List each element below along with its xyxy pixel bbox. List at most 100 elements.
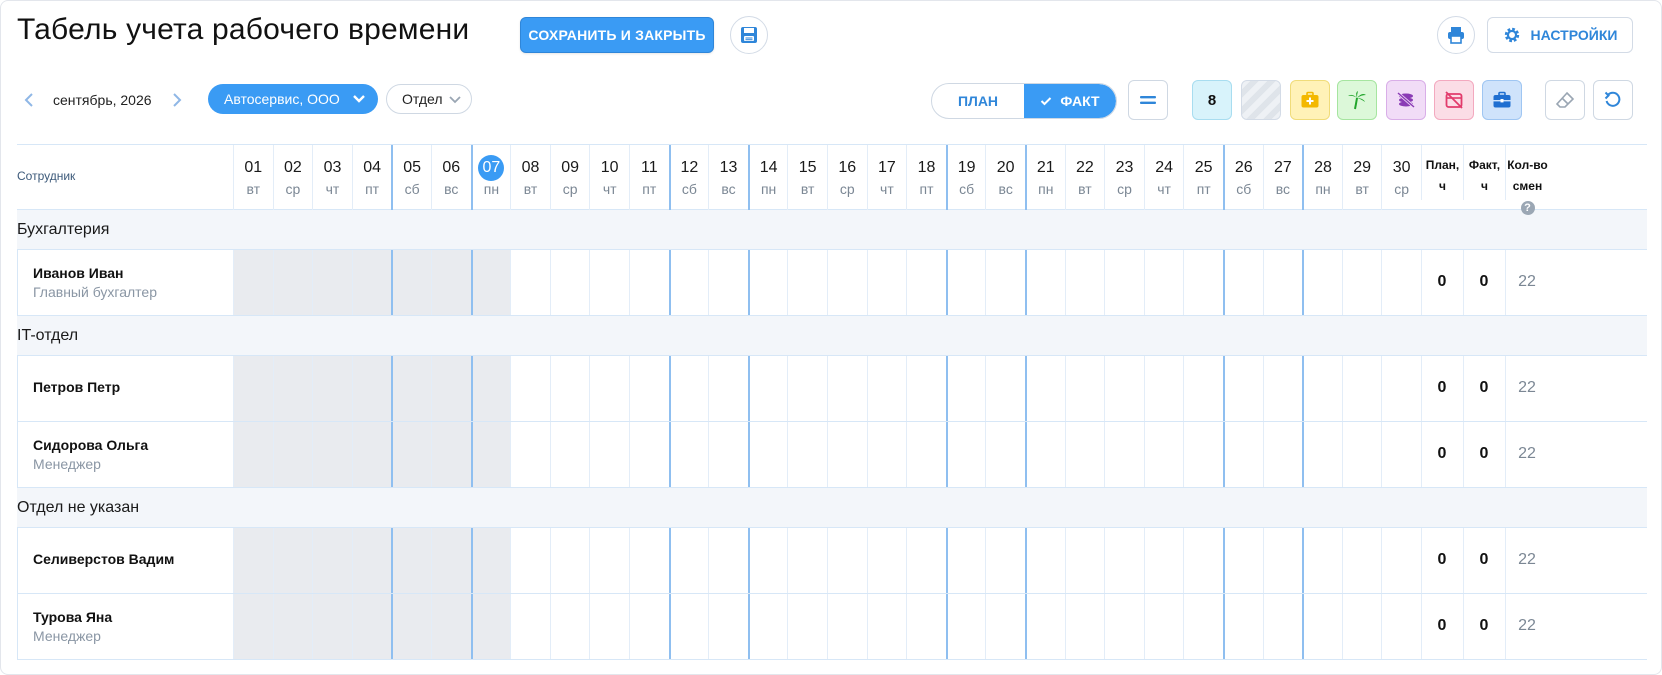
day-cell-01[interactable]: [233, 594, 273, 659]
day-cell-27[interactable]: [1262, 356, 1303, 421]
day-cell-06[interactable]: [431, 528, 471, 593]
day-cell-02[interactable]: [272, 594, 313, 659]
day-cell-18[interactable]: [906, 250, 946, 315]
day-cell-14[interactable]: [747, 356, 788, 421]
prev-month-button[interactable]: [23, 91, 35, 114]
day-cell-24[interactable]: [1143, 356, 1184, 421]
day-cell-23[interactable]: [1104, 422, 1144, 487]
day-cell-30[interactable]: [1381, 594, 1421, 659]
absence-tool[interactable]: [1434, 80, 1474, 120]
day-cell-03[interactable]: [312, 250, 352, 315]
day-cell-15[interactable]: [787, 594, 827, 659]
day-cell-11[interactable]: [629, 250, 669, 315]
day-cell-08[interactable]: [510, 356, 550, 421]
day-cell-17[interactable]: [866, 422, 907, 487]
day-cell-21[interactable]: [1025, 422, 1065, 487]
help-icon[interactable]: ?: [1520, 200, 1535, 215]
day-cell-10[interactable]: [589, 594, 629, 659]
day-cell-01[interactable]: [233, 250, 273, 315]
day-cell-17[interactable]: [866, 356, 907, 421]
day-cell-04[interactable]: [351, 594, 392, 659]
day-cell-28[interactable]: [1302, 528, 1342, 593]
day-cell-20[interactable]: [985, 528, 1025, 593]
day-cell-05[interactable]: [391, 594, 431, 659]
day-cell-08[interactable]: [510, 594, 550, 659]
day-cell-25[interactable]: [1183, 250, 1223, 315]
day-cell-08[interactable]: [510, 250, 550, 315]
save-button[interactable]: [730, 16, 768, 54]
day-cell-09[interactable]: [549, 528, 590, 593]
day-cell-07[interactable]: [470, 356, 511, 421]
day-cell-16[interactable]: [827, 356, 867, 421]
day-cell-03[interactable]: [312, 528, 352, 593]
print-button[interactable]: [1437, 16, 1475, 54]
day-cell-13[interactable]: [708, 594, 748, 659]
day-cell-01[interactable]: [233, 422, 273, 487]
day-cell-17[interactable]: [866, 250, 907, 315]
day-cell-13[interactable]: [708, 250, 748, 315]
day-cell-10[interactable]: [589, 528, 629, 593]
day-cell-27[interactable]: [1262, 528, 1303, 593]
day-cell-26[interactable]: [1223, 356, 1263, 421]
day-cell-21[interactable]: [1025, 356, 1065, 421]
day-cell-15[interactable]: [787, 528, 827, 593]
sick-leave-tool[interactable]: [1290, 80, 1330, 120]
day-cell-06[interactable]: [431, 250, 471, 315]
day-cell-22[interactable]: [1064, 528, 1105, 593]
day-cell-14[interactable]: [747, 250, 788, 315]
day-cell-25[interactable]: [1183, 594, 1223, 659]
day-cell-22[interactable]: [1064, 422, 1105, 487]
day-cell-24[interactable]: [1143, 594, 1184, 659]
day-cell-30[interactable]: [1381, 250, 1421, 315]
day-cell-09[interactable]: [549, 422, 590, 487]
day-cell-11[interactable]: [629, 528, 669, 593]
day-cell-26[interactable]: [1223, 594, 1263, 659]
day-cell-21[interactable]: [1025, 250, 1065, 315]
day-cell-29[interactable]: [1341, 250, 1382, 315]
fact-toggle-option[interactable]: ФАКТ: [1024, 84, 1116, 118]
employee-name[interactable]: Иванов Иван: [33, 265, 124, 281]
day-cell-16[interactable]: [827, 422, 867, 487]
day-cell-12[interactable]: [668, 528, 709, 593]
day-cell-27[interactable]: [1262, 422, 1303, 487]
save-and-close-button[interactable]: СОХРАНИТЬ И ЗАКРЫТЬ: [520, 17, 714, 53]
day-cell-24[interactable]: [1143, 250, 1184, 315]
day-cell-30[interactable]: [1381, 422, 1421, 487]
day-cell-12[interactable]: [668, 356, 709, 421]
day-cell-27[interactable]: [1262, 250, 1303, 315]
employee-name[interactable]: Селиверстов Вадим: [33, 551, 174, 567]
day-cell-11[interactable]: [629, 356, 669, 421]
day-cell-03[interactable]: [312, 356, 352, 421]
employee-name[interactable]: Турова Яна: [33, 609, 112, 625]
plan-toggle-option[interactable]: ПЛАН: [932, 84, 1024, 118]
day-cell-14[interactable]: [747, 594, 788, 659]
day-cell-20[interactable]: [985, 356, 1025, 421]
day-cell-19[interactable]: [945, 356, 986, 421]
day-cell-09[interactable]: [549, 250, 590, 315]
day-cell-19[interactable]: [945, 250, 986, 315]
day-cell-06[interactable]: [431, 594, 471, 659]
day-cell-05[interactable]: [391, 422, 431, 487]
day-cell-25[interactable]: [1183, 528, 1223, 593]
day-cell-14[interactable]: [747, 422, 788, 487]
day-cell-15[interactable]: [787, 250, 827, 315]
day-cell-26[interactable]: [1223, 250, 1263, 315]
day-cell-14[interactable]: [747, 528, 788, 593]
day-cell-13[interactable]: [708, 528, 748, 593]
day-cell-12[interactable]: [668, 594, 709, 659]
day-cell-23[interactable]: [1104, 594, 1144, 659]
day-cell-16[interactable]: [827, 250, 867, 315]
fill-equal-tool[interactable]: [1128, 80, 1168, 120]
day-cell-05[interactable]: [391, 528, 431, 593]
day-cell-13[interactable]: [708, 422, 748, 487]
settings-button[interactable]: НАСТРОЙКИ: [1487, 17, 1633, 53]
eraser-tool[interactable]: [1545, 80, 1585, 120]
hours-8-tool[interactable]: 8: [1192, 80, 1232, 120]
employee-name[interactable]: Петров Петр: [33, 379, 120, 395]
day-cell-24[interactable]: [1143, 528, 1184, 593]
day-cell-01[interactable]: [233, 528, 273, 593]
day-cell-06[interactable]: [431, 356, 471, 421]
organization-select[interactable]: Автосервис, ООО: [208, 84, 378, 114]
day-cell-19[interactable]: [945, 422, 986, 487]
day-cell-09[interactable]: [549, 594, 590, 659]
